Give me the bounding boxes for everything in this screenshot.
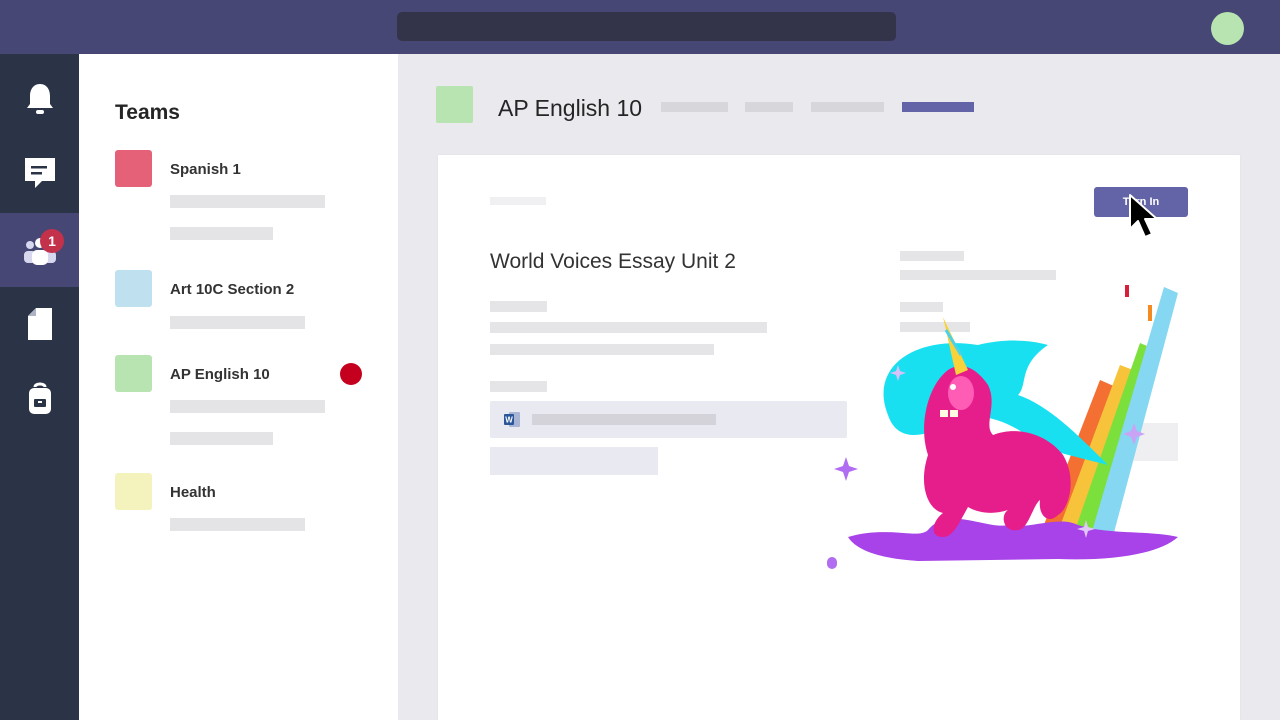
- team-swatch: [115, 270, 152, 307]
- placeholder-line: [170, 195, 325, 208]
- bell-icon: [26, 84, 53, 114]
- title-bar: [0, 0, 1280, 54]
- team-name: Art 10C Section 2: [170, 281, 295, 298]
- placeholder-line: [490, 197, 546, 205]
- unicorn-celebration-illustration: [827, 285, 1178, 569]
- svg-text:W: W: [505, 416, 513, 425]
- tab-placeholder[interactable]: [745, 102, 793, 112]
- placeholder-line: [170, 316, 305, 329]
- team-name: Spanish 1: [170, 161, 241, 178]
- backpack-icon: [28, 382, 51, 414]
- placeholder-line: [170, 227, 273, 240]
- rail-item-chat[interactable]: [0, 136, 79, 210]
- tab-assignments[interactable]: [902, 102, 974, 112]
- attachment-name-placeholder: [532, 414, 716, 425]
- team-name: Health: [170, 484, 216, 501]
- avatar[interactable]: [1211, 12, 1244, 45]
- assignment-card: World Voices Essay Unit 2 W Turn In: [438, 155, 1240, 720]
- placeholder-line: [490, 381, 547, 392]
- rail-item-activity[interactable]: [0, 62, 79, 136]
- placeholder-line: [170, 400, 325, 413]
- channel-avatar: [436, 86, 473, 123]
- channel-title: AP English 10: [498, 95, 643, 121]
- rail-item-teams[interactable]: 1: [0, 213, 79, 287]
- teams-title: Teams: [115, 101, 180, 124]
- tab-placeholder[interactable]: [661, 102, 728, 112]
- placeholder-line: [170, 432, 273, 445]
- rail-item-assignments[interactable]: [0, 361, 79, 435]
- app-rail: 1: [0, 54, 79, 720]
- placeholder-line: [900, 251, 964, 261]
- notification-badge: 1: [40, 229, 64, 253]
- teams-panel: Teams Spanish 1 Art 10C Section 2 AP Eng…: [79, 54, 398, 720]
- main-content: AP English 10 World Voices Essay Unit 2 …: [398, 54, 1280, 720]
- placeholder-line: [490, 344, 714, 355]
- mouse-cursor-icon: [1129, 194, 1158, 238]
- placeholder-line: [490, 301, 547, 312]
- notification-dot: [340, 363, 362, 385]
- team-swatch: [115, 150, 152, 187]
- files-icon: [27, 308, 52, 340]
- assignment-title: World Voices Essay Unit 2: [490, 250, 736, 273]
- placeholder-line: [490, 322, 767, 333]
- word-icon: W: [504, 412, 520, 427]
- team-swatch: [115, 355, 152, 392]
- team-swatch: [115, 473, 152, 510]
- search-bar[interactable]: [397, 12, 896, 41]
- tab-placeholder[interactable]: [811, 102, 884, 112]
- add-work-button[interactable]: [490, 447, 658, 475]
- placeholder-line: [170, 518, 305, 531]
- chat-icon: [24, 158, 55, 188]
- rail-item-files[interactable]: [0, 287, 79, 361]
- team-name: AP English 10: [170, 366, 270, 383]
